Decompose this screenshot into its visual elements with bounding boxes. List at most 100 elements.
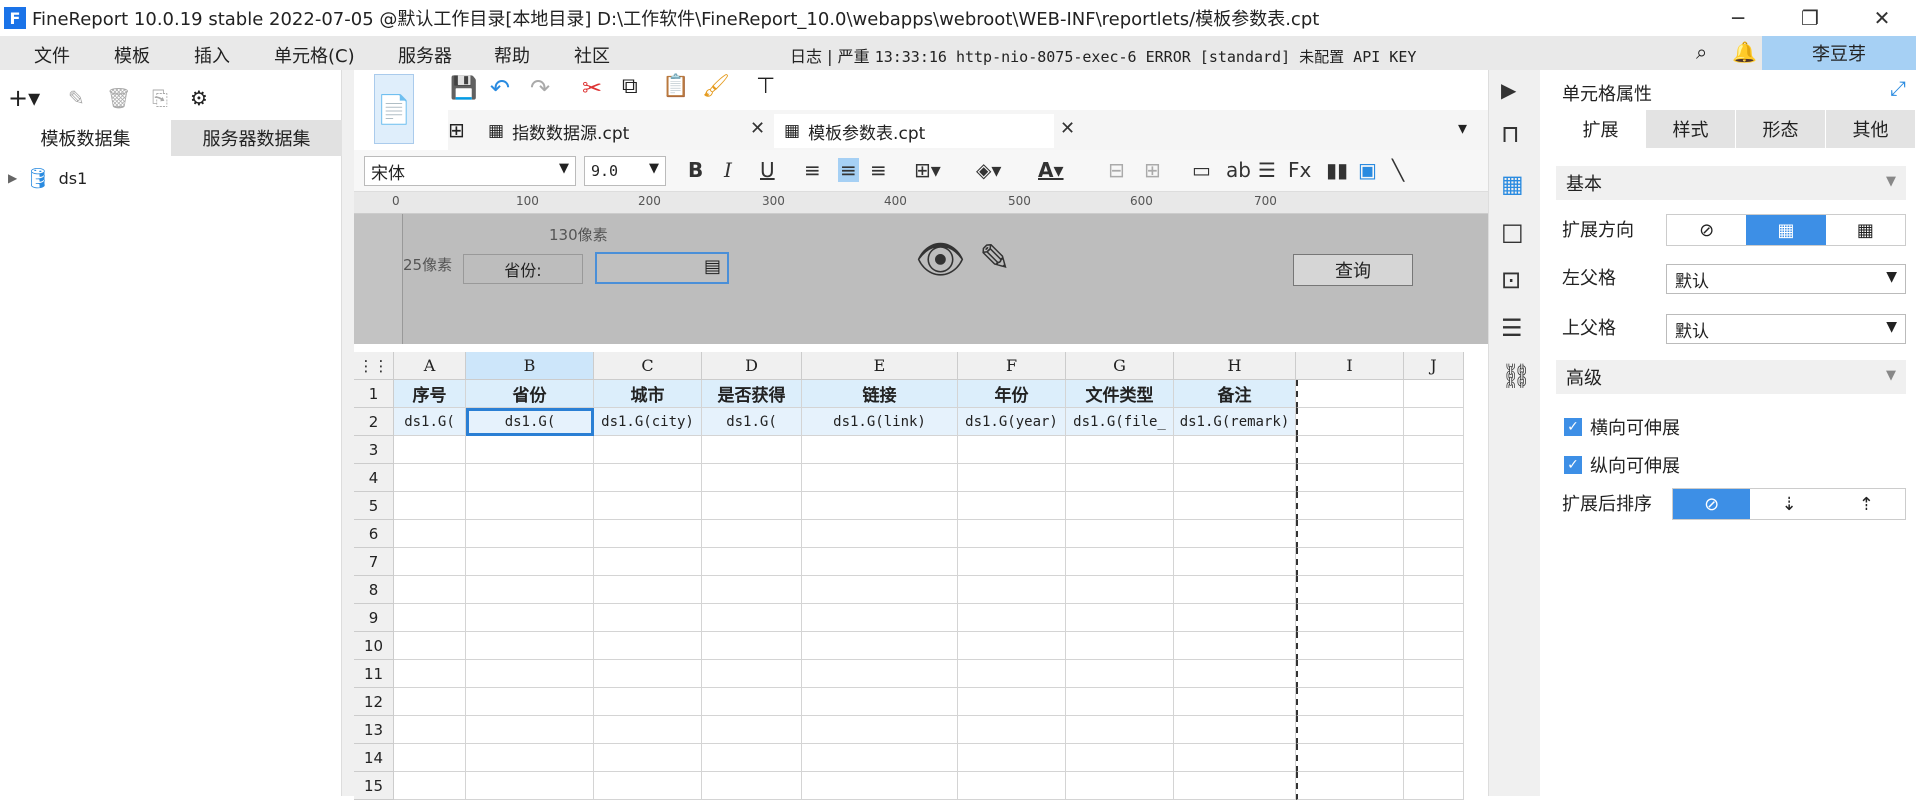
grid-cell[interactable]: [702, 604, 802, 632]
grid-cell[interactable]: [958, 632, 1066, 660]
grid-cell[interactable]: [1296, 436, 1404, 464]
grid-cell[interactable]: [958, 604, 1066, 632]
sort-toggle[interactable]: ⊘ ⇣ ⇡: [1672, 488, 1906, 520]
row-header[interactable]: 3: [354, 436, 394, 464]
grid-cell[interactable]: [802, 576, 958, 604]
row-header[interactable]: 7: [354, 548, 394, 576]
insert-text-icon[interactable]: ab: [1226, 158, 1251, 182]
grid-cell[interactable]: [1174, 604, 1296, 632]
column-header[interactable]: A: [394, 352, 466, 380]
format-painter-icon[interactable]: 🖌: [702, 74, 730, 99]
grid-cell[interactable]: [1066, 660, 1174, 688]
checkbox-checked-icon[interactable]: ✓: [1564, 418, 1582, 436]
grid-cell[interactable]: [1404, 576, 1464, 604]
expand-right-icon[interactable]: ▶: [1501, 78, 1516, 102]
merge-cells-icon[interactable]: ⊟: [1108, 158, 1125, 182]
grid-cell[interactable]: [594, 520, 702, 548]
data-cell[interactable]: ds1.G(: [394, 408, 466, 436]
insert-chart-icon[interactable]: ▮▮: [1326, 158, 1348, 182]
element-property-icon[interactable]: ☰: [1501, 314, 1523, 342]
grid-cell[interactable]: [1296, 716, 1404, 744]
row-header[interactable]: 14: [354, 744, 394, 772]
grid-cell[interactable]: [1404, 492, 1464, 520]
save-icon[interactable]: 💾: [450, 76, 477, 101]
column-header[interactable]: F: [958, 352, 1066, 380]
grid-cell[interactable]: [394, 492, 466, 520]
grid-cell[interactable]: [802, 660, 958, 688]
grid-cell[interactable]: [702, 436, 802, 464]
grid-cell[interactable]: [1404, 548, 1464, 576]
grid-cell[interactable]: [1066, 688, 1174, 716]
grid-cell[interactable]: [702, 688, 802, 716]
grid-cell[interactable]: [802, 744, 958, 772]
template-icon[interactable]: 📄: [374, 74, 414, 144]
grid-cell[interactable]: [1296, 464, 1404, 492]
row-header[interactable]: 12: [354, 688, 394, 716]
grid-cell[interactable]: [802, 548, 958, 576]
edit-pencil-icon[interactable]: ✎: [979, 236, 1011, 280]
section-basic[interactable]: 基本 ▼: [1556, 166, 1906, 200]
grid-cell[interactable]: [594, 632, 702, 660]
grid-cell[interactable]: [466, 436, 594, 464]
grid-cell[interactable]: [466, 716, 594, 744]
grid-cell[interactable]: [466, 604, 594, 632]
menu-help[interactable]: 帮助: [494, 42, 530, 68]
grid-cell[interactable]: [1296, 380, 1404, 408]
grid-cell[interactable]: [802, 716, 958, 744]
province-label[interactable]: 省份:: [463, 254, 583, 284]
grid-cell[interactable]: [1404, 408, 1464, 436]
tab-expand[interactable]: 扩展: [1556, 110, 1646, 148]
grid-cell[interactable]: [394, 744, 466, 772]
grid-cell[interactable]: [802, 688, 958, 716]
grid-cell[interactable]: [1174, 492, 1296, 520]
data-cell[interactable]: ds1.G(link): [802, 408, 958, 436]
grid-cell[interactable]: [1066, 436, 1174, 464]
grid-cell[interactable]: [594, 604, 702, 632]
grid-cell[interactable]: [466, 492, 594, 520]
insert-image-icon[interactable]: ▣: [1358, 158, 1377, 182]
spreadsheet-grid[interactable]: ⋮⋮ A B C D E F G H I J 1 序号 省份 城市 是否获得 链接 年份 文件类型 备注 2 ds1.G(…: [354, 352, 1488, 800]
tab-server-dataset[interactable]: 服务器数据集: [171, 120, 342, 156]
grid-cell[interactable]: [394, 576, 466, 604]
no-sort-icon[interactable]: ⊘: [1673, 489, 1751, 519]
column-header[interactable]: E: [802, 352, 958, 380]
tab-other[interactable]: 其他: [1826, 110, 1916, 148]
undo-icon[interactable]: ↶: [490, 74, 510, 102]
grid-cell[interactable]: [594, 548, 702, 576]
grid-cell[interactable]: [958, 744, 1066, 772]
font-color-icon[interactable]: A▾: [1038, 158, 1064, 182]
cut-icon[interactable]: ✂: [582, 74, 602, 102]
grid-cell[interactable]: [394, 660, 466, 688]
grid-cell[interactable]: [802, 520, 958, 548]
align-left-icon[interactable]: ≡: [804, 158, 821, 182]
column-header[interactable]: C: [594, 352, 702, 380]
grid-cell[interactable]: [466, 632, 594, 660]
row-header[interactable]: 4: [354, 464, 394, 492]
grid-cell[interactable]: [802, 492, 958, 520]
menu-cell[interactable]: 单元格(C): [274, 42, 355, 68]
tab-template-params[interactable]: ▦ 模板参数表.cpt: [774, 114, 1054, 148]
row-header[interactable]: 10: [354, 632, 394, 660]
grid-cell[interactable]: [702, 632, 802, 660]
data-cell[interactable]: ds1.G(: [466, 408, 594, 436]
copy-icon[interactable]: ⧉: [622, 74, 638, 99]
grid-cell[interactable]: [466, 520, 594, 548]
grid-cell[interactable]: [394, 548, 466, 576]
grid-cell[interactable]: [1296, 576, 1404, 604]
row-header[interactable]: 13: [354, 716, 394, 744]
grid-cell[interactable]: [1066, 744, 1174, 772]
sort-ascending-icon[interactable]: ⇣: [1750, 489, 1827, 519]
menu-file[interactable]: 文件: [34, 42, 70, 68]
grid-cell[interactable]: [1296, 492, 1404, 520]
grid-cell[interactable]: [1296, 688, 1404, 716]
grid-cell[interactable]: [1404, 688, 1464, 716]
grid-cell[interactable]: [802, 604, 958, 632]
grid-cell[interactable]: [1296, 660, 1404, 688]
grid-cell[interactable]: [394, 632, 466, 660]
data-cell[interactable]: ds1.G(: [702, 408, 802, 436]
grid-cell[interactable]: [1404, 436, 1464, 464]
grid-cell[interactable]: [594, 436, 702, 464]
grid-cell[interactable]: [802, 632, 958, 660]
grid-cell[interactable]: [1174, 716, 1296, 744]
restore-button[interactable]: ❐: [1780, 0, 1840, 36]
